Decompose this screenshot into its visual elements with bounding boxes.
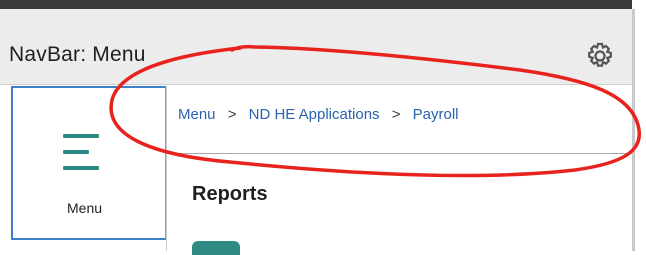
breadcrumb: Menu > ND HE Applications > Payroll: [178, 106, 459, 123]
panel-divider: [166, 86, 167, 251]
navbar-title: NavBar: Menu: [9, 43, 146, 66]
breadcrumb-item-payroll[interactable]: Payroll: [413, 106, 459, 123]
menu-bar-top: [63, 134, 99, 138]
breadcrumb-separator: >: [391, 106, 401, 123]
breadcrumb-item-nd-he-applications[interactable]: ND HE Applications: [249, 106, 380, 123]
breadcrumb-separator: >: [227, 106, 237, 123]
menu-bar-bottom: [63, 166, 99, 170]
hamburger-menu-icon: [63, 134, 103, 172]
window-top-strip: [0, 0, 632, 9]
gear-icon[interactable]: [585, 41, 615, 71]
menu-tile[interactable]: Menu: [11, 86, 166, 240]
scrollbar-edge[interactable]: [632, 9, 635, 251]
menu-bar-middle: [63, 150, 89, 154]
navbar-header: NavBar: Menu: [0, 9, 632, 85]
breadcrumb-divider: [167, 153, 632, 154]
breadcrumb-item-menu[interactable]: Menu: [178, 106, 216, 123]
menu-tile-label: Menu: [67, 200, 103, 216]
report-tile-icon[interactable]: [192, 241, 240, 255]
section-title-reports: Reports: [192, 183, 268, 205]
